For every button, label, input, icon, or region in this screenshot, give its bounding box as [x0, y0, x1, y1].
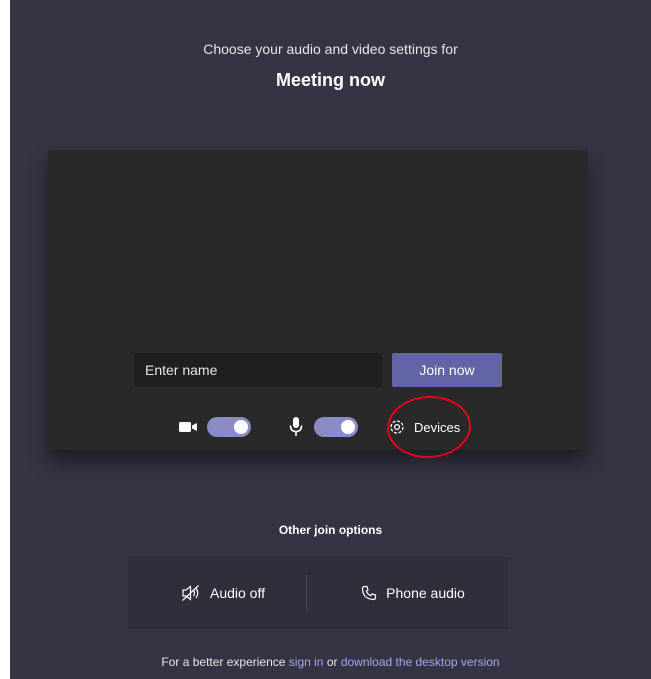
footer-middle: or — [323, 655, 341, 669]
camera-toggle[interactable] — [207, 417, 251, 437]
sign-in-link[interactable]: sign in — [289, 655, 324, 669]
speaker-off-icon — [182, 585, 199, 601]
video-preview: Join now Devices — [48, 150, 588, 450]
gear-icon — [390, 420, 404, 434]
settings-subtitle: Choose your audio and video settings for — [203, 41, 458, 57]
audio-off-button[interactable]: Audio off — [128, 557, 318, 629]
download-desktop-link[interactable]: download the desktop version — [341, 655, 500, 669]
microphone-toggle[interactable] — [314, 417, 358, 437]
join-now-button[interactable]: Join now — [392, 353, 502, 387]
footer-note: For a better experience sign in or downl… — [10, 655, 651, 669]
camera-toggle-knob — [234, 420, 248, 434]
devices-button[interactable]: Devices — [388, 416, 460, 438]
microphone-icon — [289, 417, 303, 436]
phone-audio-button[interactable]: Phone audio — [318, 557, 508, 629]
name-input[interactable] — [134, 353, 382, 387]
prejoin-screen: Choose your audio and video settings for… — [10, 0, 651, 679]
phone-icon — [362, 585, 377, 601]
meeting-title: Meeting now — [276, 70, 385, 90]
audio-off-label: Audio off — [209, 585, 265, 601]
devices-label: Devices — [414, 419, 461, 435]
footer-prefix: For a better experience — [161, 655, 289, 669]
microphone-toggle-knob — [341, 420, 355, 434]
phone-audio-label: Phone audio — [386, 585, 465, 601]
options-divider — [306, 575, 307, 611]
other-join-options: Audio off Phone audio — [128, 557, 508, 629]
other-join-options-title: Other join options — [278, 523, 383, 537]
camera-icon — [179, 422, 197, 432]
